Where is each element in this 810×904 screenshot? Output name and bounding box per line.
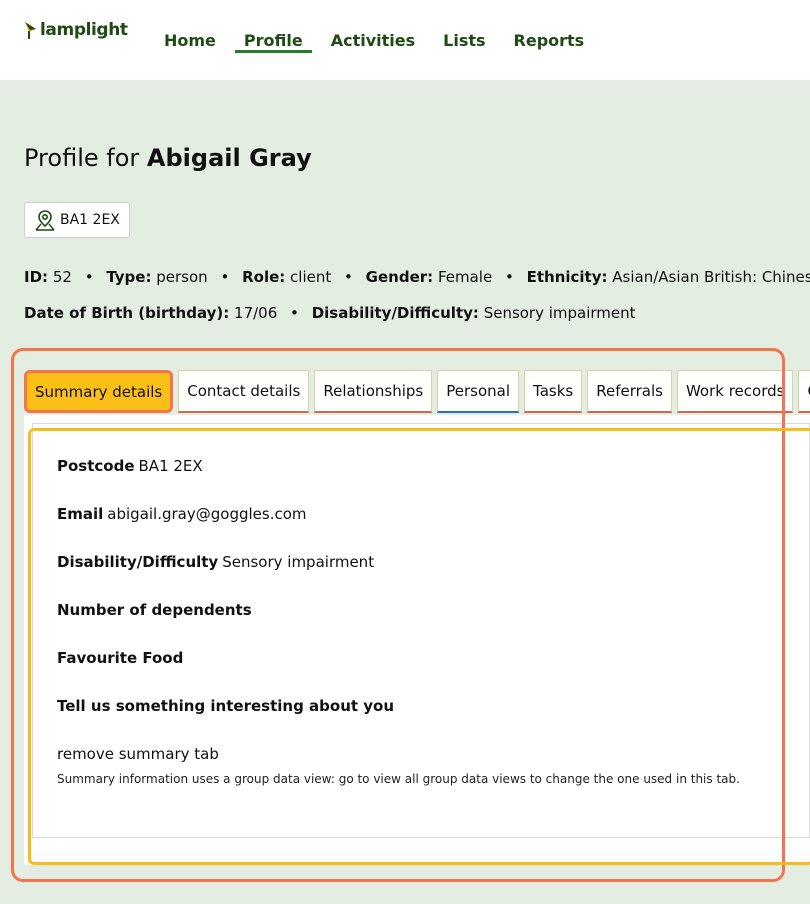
nav-reports[interactable]: Reports (505, 0, 594, 80)
separator-dot: • (290, 304, 299, 322)
main-nav: Home Profile Activities Lists Reports (155, 0, 603, 80)
brand-name: lamplight (40, 20, 128, 40)
nav-lists[interactable]: Lists (434, 0, 494, 80)
meta-label-id: ID: (24, 268, 49, 286)
nav-activities[interactable]: Activities (322, 0, 424, 80)
meta-value-dob: 17/06 (234, 304, 278, 322)
meta-value-disability: Sensory impairment (483, 304, 636, 322)
meta-label-ethnicity: Ethnicity: (526, 268, 608, 286)
separator-dot: • (344, 268, 353, 286)
profile-meta-row-2: Date of Birth (birthday): 17/06 • Disabi… (24, 304, 636, 322)
nav-home[interactable]: Home (155, 0, 225, 80)
meta-value-ethnicity: Asian/Asian British: Chinese (612, 268, 810, 286)
highlight-outline-yellow (28, 428, 810, 865)
meta-value-type: person (156, 268, 208, 286)
nav-profile[interactable]: Profile (234, 0, 312, 80)
meta-value-id: 52 (52, 268, 72, 286)
postcode-map-button[interactable]: BA1 2EX (24, 202, 130, 238)
postcode-chip-label: BA1 2EX (60, 212, 120, 228)
map-pin-icon (35, 210, 55, 231)
top-navigation-bar: lamplight Home Profile Activities Lists … (0, 0, 810, 80)
separator-dot: • (84, 268, 94, 286)
lamp-icon (25, 22, 36, 39)
meta-value-role: client (290, 268, 332, 286)
tab-truncated[interactable]: C (798, 370, 810, 413)
meta-label-disability: Disability/Difficulty: (311, 304, 479, 322)
separator-dot: • (504, 268, 514, 286)
meta-value-gender: Female (437, 268, 493, 286)
profile-meta-row-1: ID: 52 • Type: person • Role: client • G… (24, 268, 810, 286)
separator-dot: • (220, 268, 230, 286)
lamplight-logo[interactable]: lamplight (23, 20, 128, 40)
meta-label-type: Type: (106, 268, 152, 286)
page-title: Profile for Abigail Gray (24, 144, 312, 172)
profile-name: Abigail Gray (146, 144, 312, 172)
meta-label-gender: Gender: (365, 268, 434, 286)
meta-label-role: Role: (242, 268, 286, 286)
meta-label-dob: Date of Birth (birthday): (24, 304, 230, 322)
title-prefix: Profile for (24, 144, 140, 172)
